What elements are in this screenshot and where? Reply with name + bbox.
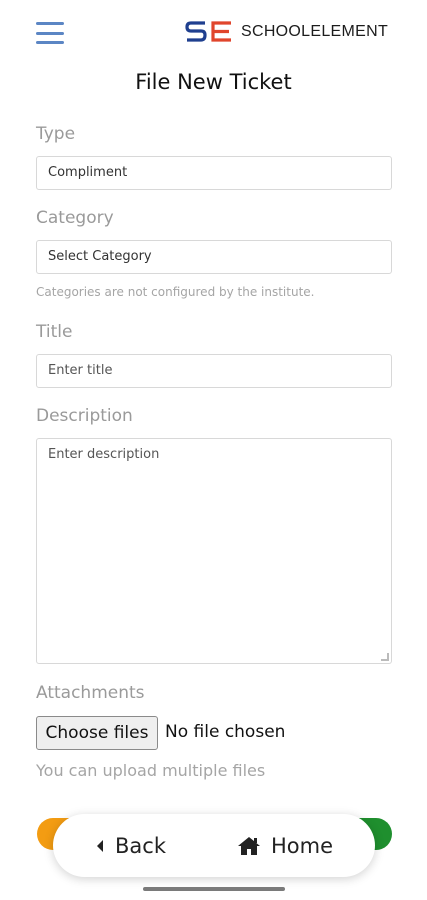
attachments-label: Attachments: [36, 683, 145, 703]
menu-line: [36, 22, 64, 25]
menu-line: [36, 31, 64, 35]
home-icon: [237, 836, 260, 855]
home-indicator-bar[interactable]: [143, 887, 285, 891]
file-status: No file chosen: [165, 722, 286, 742]
choose-files-button[interactable]: Choose files: [36, 716, 158, 750]
description-textarea[interactable]: Enter description: [36, 438, 392, 664]
brand-logo: SCHOOLELEMENT: [185, 20, 388, 44]
menu-line: [36, 41, 64, 44]
attachments-hint: You can upload multiple files: [36, 761, 266, 780]
hamburger-menu-icon[interactable]: [36, 22, 64, 44]
resize-handle-icon[interactable]: [381, 653, 389, 661]
category-hint: Categories are not configured by the ins…: [36, 285, 315, 299]
bottom-nav: Back Home: [53, 814, 375, 877]
back-button[interactable]: Back: [95, 834, 166, 858]
home-button[interactable]: Home: [237, 834, 333, 858]
type-select[interactable]: Compliment: [36, 156, 392, 190]
title-input[interactable]: Enter title: [36, 354, 392, 388]
se-logo-icon: [185, 21, 231, 42]
category-select[interactable]: Select Category: [36, 240, 392, 274]
brand-name: SCHOOLELEMENT: [241, 23, 389, 40]
description-label: Description: [36, 406, 133, 426]
home-label: Home: [270, 833, 333, 858]
category-label: Category: [36, 208, 114, 228]
back-label: Back: [115, 833, 166, 858]
page-title: File New Ticket: [135, 70, 292, 94]
description-placeholder: Enter description: [48, 447, 160, 462]
caret-left-icon: [97, 839, 103, 852]
title-label: Title: [36, 322, 73, 342]
type-label: Type: [36, 124, 76, 144]
